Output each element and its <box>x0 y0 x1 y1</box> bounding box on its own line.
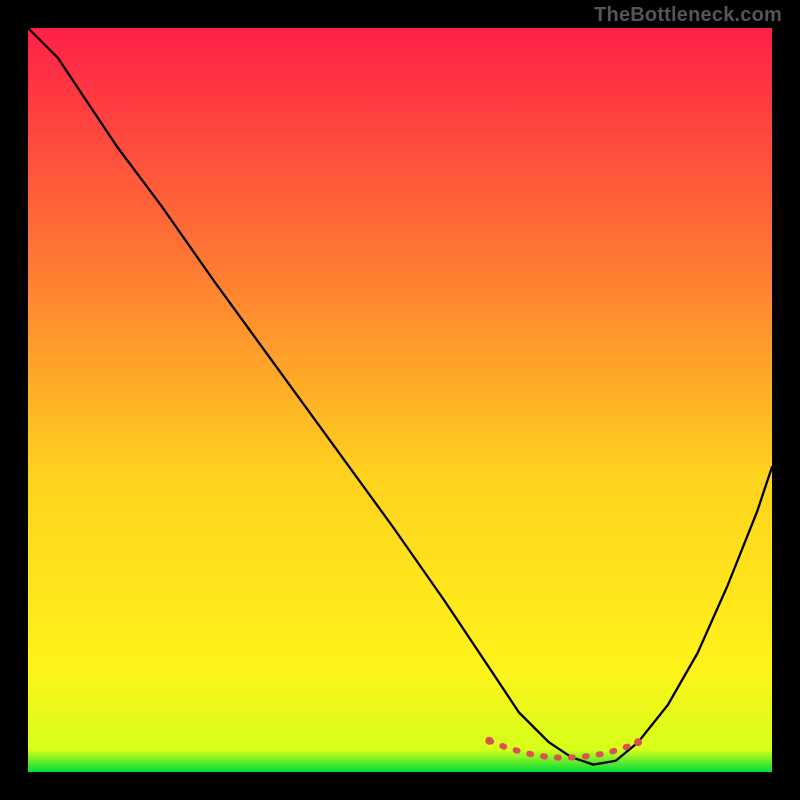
chart-container: TheBottleneck.com <box>0 0 800 800</box>
plot-svg <box>28 28 772 772</box>
watermark-text: TheBottleneck.com <box>594 4 782 27</box>
plot-area <box>28 28 772 772</box>
